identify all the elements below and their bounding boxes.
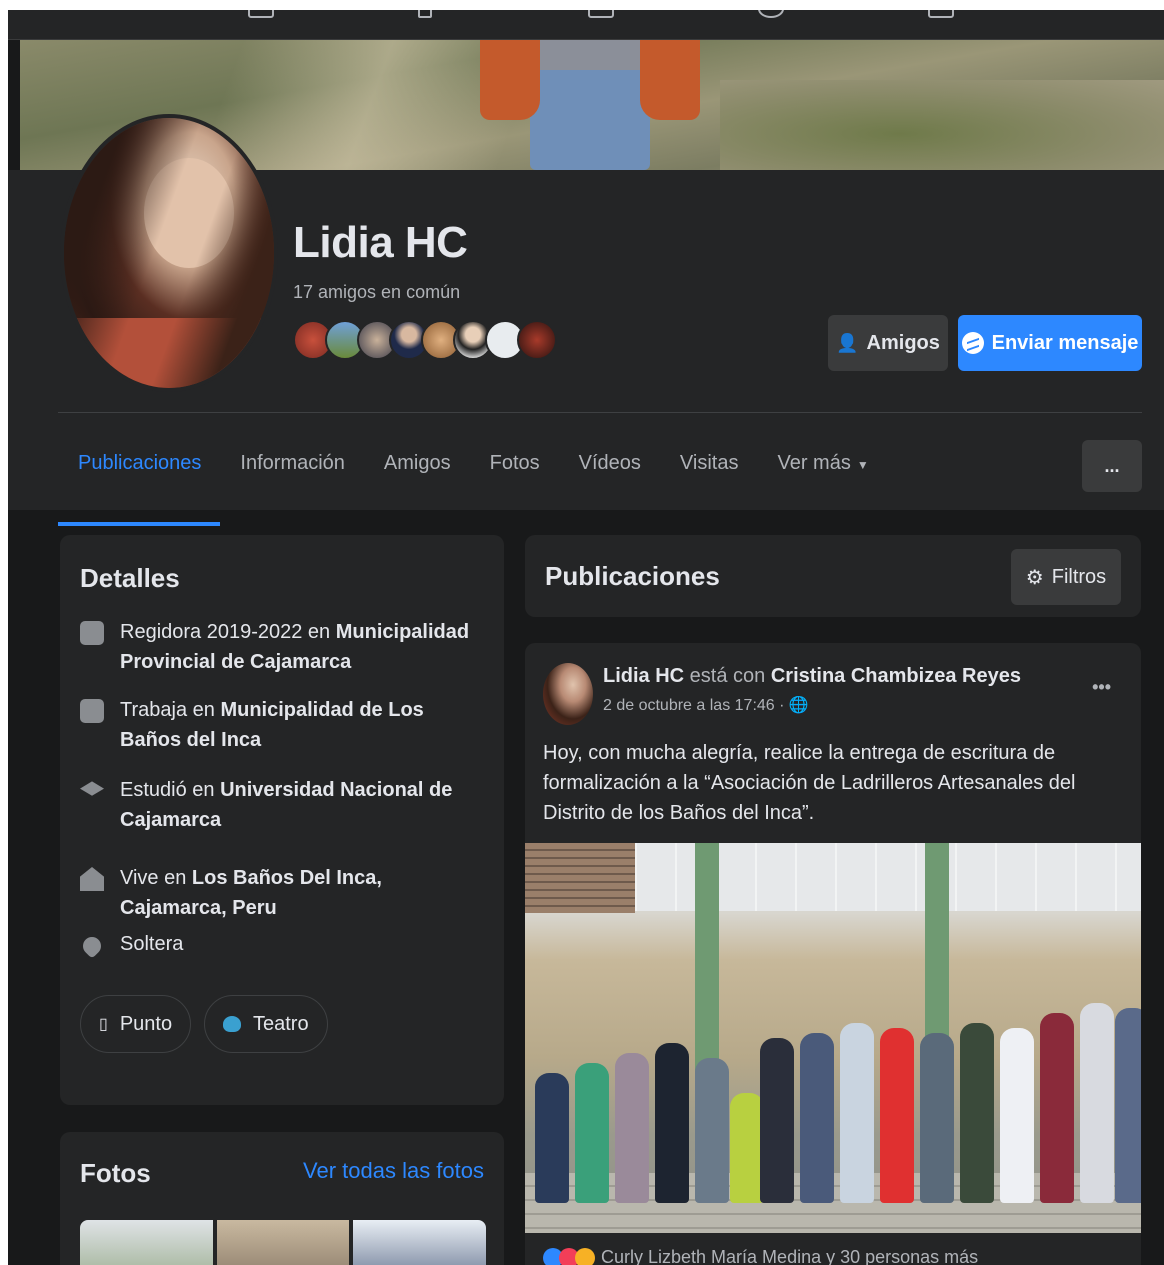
detail-location: Vive en Los Baños Del Inca, Cajamarca, P… — [80, 863, 490, 923]
post-author-name[interactable]: Lidia HC — [603, 665, 684, 687]
messenger-icon — [961, 332, 984, 354]
tab-ver-mas[interactable]: Ver más ▼ — [757, 422, 887, 518]
marketplace-icon[interactable] — [588, 10, 614, 18]
post-card: Lidia HC está con Cristina Chambizea Rey… — [525, 643, 1141, 1265]
caret-down-icon: ▼ — [856, 458, 869, 472]
detail-relationship: Soltera — [79, 929, 490, 959]
graduation-cap-icon — [80, 781, 104, 796]
facebook-profile-page: Lidia HC 17 amigos en común 👤 Amigos Env… — [8, 10, 1164, 1265]
photos-card: Fotos Ver todas las fotos — [60, 1132, 504, 1265]
photo-thumbnail[interactable] — [216, 1220, 350, 1265]
posts-title: Publicaciones — [545, 561, 720, 591]
friends-icon[interactable] — [418, 10, 432, 18]
more-options-button[interactable]: ... — [1082, 440, 1142, 492]
post-options-icon[interactable]: ••• — [1092, 677, 1111, 698]
tab-informacion[interactable]: Información — [220, 422, 364, 518]
send-message-button[interactable]: Enviar mensaje — [958, 315, 1142, 371]
square-icon: ▯ — [99, 1016, 108, 1033]
tab-fotos[interactable]: Fotos — [470, 422, 559, 518]
profile-header: Lidia HC 17 amigos en común 👤 Amigos Env… — [8, 114, 1164, 526]
details-title: Detalles — [80, 563, 180, 593]
posts-header-card: Publicaciones ⚙ Filtros — [525, 535, 1141, 617]
hobby-chip-punto[interactable]: ▯ Punto — [80, 995, 192, 1053]
tab-publicaciones[interactable]: Publicaciones — [58, 422, 221, 526]
care-icon — [575, 1247, 595, 1265]
tab-visitas[interactable]: Visitas — [660, 422, 758, 518]
profile-tabs: Publicaciones Información Amigos Fotos V… — [58, 422, 888, 526]
detail-work-current: Trabaja en Municipalidad de Los Baños de… — [80, 695, 490, 755]
detail-education: Estudió en Universidad Nacional de Cajam… — [80, 775, 490, 835]
photo-thumbnail[interactable] — [80, 1220, 213, 1265]
mutual-friends-count[interactable]: 17 amigos en común — [293, 282, 460, 303]
header-divider — [58, 412, 1142, 413]
detail-work-regidora: Regidora 2019-2022 en Municipalidad Prov… — [80, 617, 490, 677]
post-tagged-name[interactable]: Cristina Chambizea Reyes — [771, 665, 1021, 687]
top-navigation-bar — [8, 10, 1164, 40]
home-icon — [80, 867, 104, 891]
filters-button[interactable]: ⚙ Filtros — [1011, 549, 1121, 605]
photos-title: Fotos — [80, 1158, 151, 1188]
briefcase-icon — [80, 699, 104, 723]
send-message-label: Enviar mensaje — [991, 331, 1139, 354]
profile-picture[interactable] — [60, 114, 278, 392]
groups-icon[interactable] — [758, 10, 784, 18]
heart-icon — [79, 933, 105, 959]
person-check-icon: 👤 — [836, 332, 859, 353]
tab-videos[interactable]: Vídeos — [559, 422, 660, 518]
hobby-chip-teatro[interactable]: Teatro — [204, 995, 328, 1053]
photo-thumbnail[interactable] — [353, 1220, 486, 1265]
friends-button[interactable]: 👤 Amigos — [828, 315, 948, 371]
home-icon[interactable] — [248, 10, 274, 18]
mutual-friends-avatars[interactable] — [293, 320, 557, 364]
friend-avatar[interactable] — [517, 320, 557, 360]
friends-button-label: Amigos — [866, 331, 940, 354]
post-text: Hoy, con mucha alegría, realice la entre… — [543, 742, 1076, 824]
gaming-icon[interactable] — [928, 10, 954, 18]
theater-mask-icon — [223, 1016, 241, 1032]
globe-icon: 🌐 — [788, 697, 809, 714]
post-photo[interactable] — [525, 843, 1141, 1233]
profile-name: Lidia HC — [293, 218, 468, 267]
sliders-icon: ⚙ — [1025, 566, 1044, 589]
post-author-avatar[interactable] — [543, 663, 593, 725]
post-timestamp[interactable]: 2 de octubre a las 17:46 · 🌐 — [603, 695, 809, 715]
briefcase-icon — [80, 621, 104, 645]
post-reactions[interactable]: Curly Lizbeth María Medina y 30 personas… — [543, 1247, 978, 1265]
post-author-line: Lidia HC está con Cristina Chambizea Rey… — [603, 665, 1021, 687]
see-all-photos-link[interactable]: Ver todas las fotos — [303, 1158, 484, 1184]
tab-amigos[interactable]: Amigos — [364, 422, 470, 518]
photo-thumbnails — [80, 1220, 486, 1265]
